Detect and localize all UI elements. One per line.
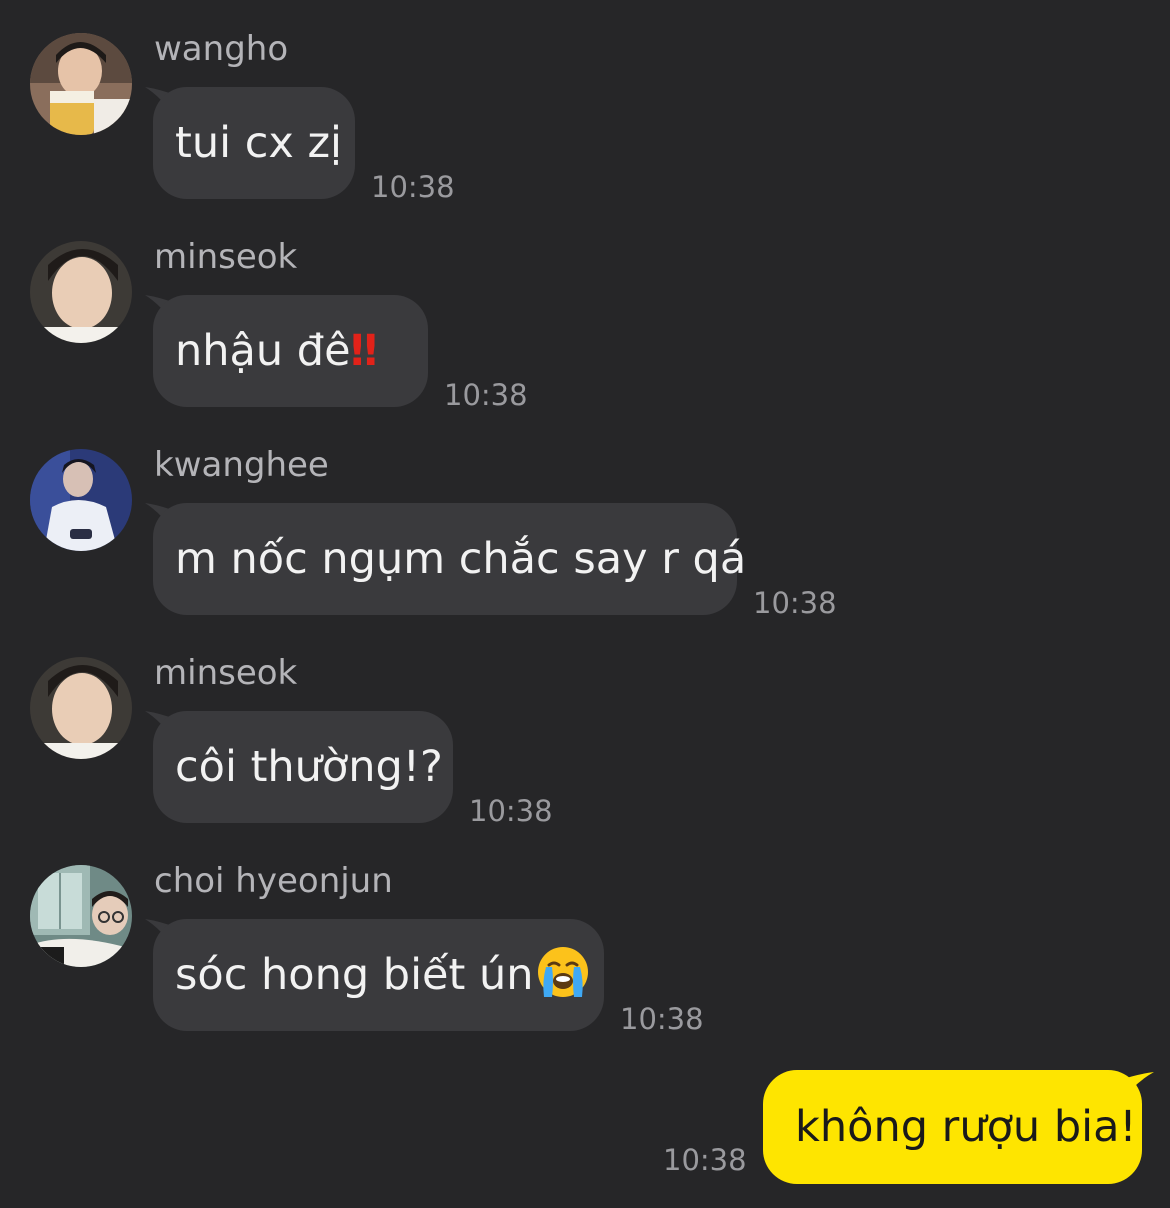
sender-name: wangho xyxy=(154,29,289,69)
sender-name: minseok xyxy=(154,653,298,693)
loudly-crying-face-icon xyxy=(537,947,588,997)
message-bubble[interactable]: m nốc ngụm chắc say r qá xyxy=(153,503,746,615)
avatar[interactable] xyxy=(30,241,132,343)
own-message-bubble[interactable]: không rượu bia! xyxy=(763,1070,1142,1184)
avatar-photo-icon xyxy=(30,449,132,551)
message-time: 10:38 xyxy=(371,170,455,204)
sender-name: choi hyeonjun xyxy=(154,861,393,901)
avatar[interactable] xyxy=(30,865,132,967)
message-time: 10:38 xyxy=(620,1002,704,1036)
message-text: côi thường!? xyxy=(175,742,443,792)
message-bubble[interactable]: côi thường!? xyxy=(153,711,453,823)
message-bubble[interactable]: sóc hong biết ún xyxy=(153,919,604,1031)
sender-name: kwanghee xyxy=(154,445,329,485)
message-bubble[interactable]: tui cx zị xyxy=(153,87,355,199)
own-message-text: không rượu bia! xyxy=(795,1102,1137,1152)
avatar[interactable] xyxy=(30,33,132,135)
message-text: m nốc ngụm chắc say r qá xyxy=(175,534,747,584)
avatar-photo-icon xyxy=(30,657,132,759)
message-time: 10:38 xyxy=(753,586,837,620)
avatar-photo-icon xyxy=(30,865,132,967)
double-exclamation-icon: ‼ xyxy=(350,326,378,376)
sender-name: minseok xyxy=(154,237,298,277)
avatar-photo-icon xyxy=(30,33,132,135)
message-time: 10:38 xyxy=(469,794,553,828)
own-message-time: 10:38 xyxy=(663,1143,747,1177)
avatar-photo-icon xyxy=(30,241,132,343)
message-text: tui cx zị xyxy=(175,118,343,168)
avatar[interactable] xyxy=(30,449,132,551)
message-bubble[interactable]: nhậu đê‼ xyxy=(153,295,428,407)
avatar[interactable] xyxy=(30,657,132,759)
message-time: 10:38 xyxy=(444,378,528,412)
message-text: nhậu đê xyxy=(175,326,351,376)
message-text: sóc hong biết ún xyxy=(175,950,534,1000)
